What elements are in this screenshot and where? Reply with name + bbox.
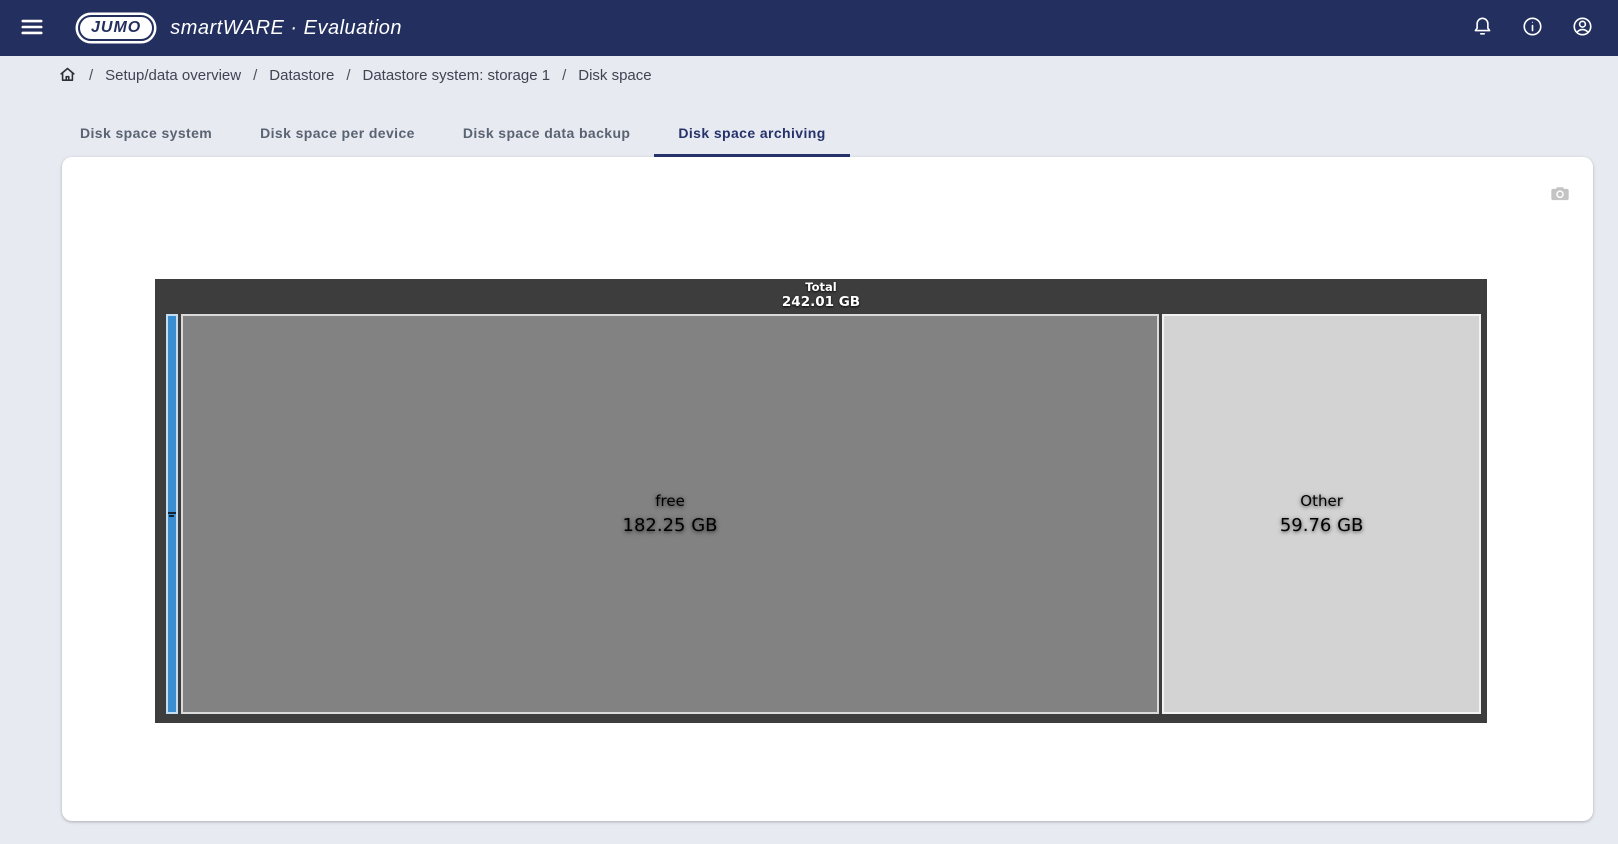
breadcrumb-disk-space[interactable]: Disk space bbox=[578, 67, 651, 84]
free-cell-value: 182.25 GB bbox=[623, 514, 718, 538]
treemap-cell-free[interactable]: free 182.25 GB bbox=[181, 314, 1159, 714]
bell-icon bbox=[1471, 15, 1494, 41]
breadcrumb-separator: / bbox=[253, 67, 257, 84]
breadcrumb-separator: / bbox=[89, 67, 93, 84]
hamburger-icon bbox=[19, 14, 45, 43]
breadcrumb: / Setup/data overview / Datastore / Data… bbox=[0, 56, 1618, 95]
treemap-cell-archive[interactable] bbox=[166, 314, 178, 714]
tab-disk-space-system[interactable]: Disk space system bbox=[56, 111, 236, 157]
other-cell-value: 59.76 GB bbox=[1280, 514, 1364, 538]
breadcrumb-datastore[interactable]: Datastore bbox=[269, 67, 334, 84]
jumo-logo-text: JUMO bbox=[91, 19, 141, 37]
info-button[interactable] bbox=[1514, 10, 1550, 46]
archive-cell-micro-label bbox=[167, 512, 176, 517]
disk-space-treemap: Total 242.01 GB free 182.25 GB Other 59.… bbox=[155, 279, 1487, 723]
info-icon bbox=[1521, 15, 1544, 41]
tab-bar: Disk space system Disk space per device … bbox=[0, 95, 1618, 157]
treemap-cell-other[interactable]: Other 59.76 GB bbox=[1162, 314, 1481, 714]
account-button[interactable] bbox=[1564, 10, 1600, 46]
tab-disk-space-data-backup[interactable]: Disk space data backup bbox=[439, 111, 655, 157]
treemap-total-value: 242.01 GB bbox=[782, 294, 860, 310]
camera-icon bbox=[1548, 181, 1572, 208]
breadcrumb-setup-data-overview[interactable]: Setup/data overview bbox=[105, 67, 241, 84]
home-button[interactable] bbox=[58, 65, 77, 87]
tab-disk-space-archiving[interactable]: Disk space archiving bbox=[654, 111, 849, 157]
treemap-total-label: Total bbox=[805, 280, 836, 294]
top-navbar: JUMO smartWARE · Evaluation bbox=[0, 0, 1618, 56]
jumo-logo[interactable]: JUMO bbox=[78, 15, 154, 41]
chart-screenshot-button[interactable] bbox=[1548, 181, 1572, 208]
treemap-total-header[interactable]: Total 242.01 GB bbox=[155, 279, 1487, 311]
menu-button[interactable] bbox=[14, 10, 50, 46]
treemap-body: free 182.25 GB Other 59.76 GB bbox=[155, 311, 1487, 723]
breadcrumb-separator: / bbox=[562, 67, 566, 84]
breadcrumb-datastore-system[interactable]: Datastore system: storage 1 bbox=[362, 67, 550, 84]
notifications-button[interactable] bbox=[1464, 10, 1500, 46]
app-title: smartWARE · Evaluation bbox=[170, 17, 402, 40]
navbar-actions bbox=[1464, 10, 1600, 46]
free-cell-label: free bbox=[655, 490, 685, 512]
content-card: Total 242.01 GB free 182.25 GB Other 59.… bbox=[62, 157, 1593, 821]
breadcrumb-separator: / bbox=[346, 67, 350, 84]
account-icon bbox=[1571, 15, 1594, 41]
other-cell-label: Other bbox=[1300, 490, 1343, 512]
tab-disk-space-per-device[interactable]: Disk space per device bbox=[236, 111, 439, 157]
home-icon bbox=[58, 65, 77, 87]
